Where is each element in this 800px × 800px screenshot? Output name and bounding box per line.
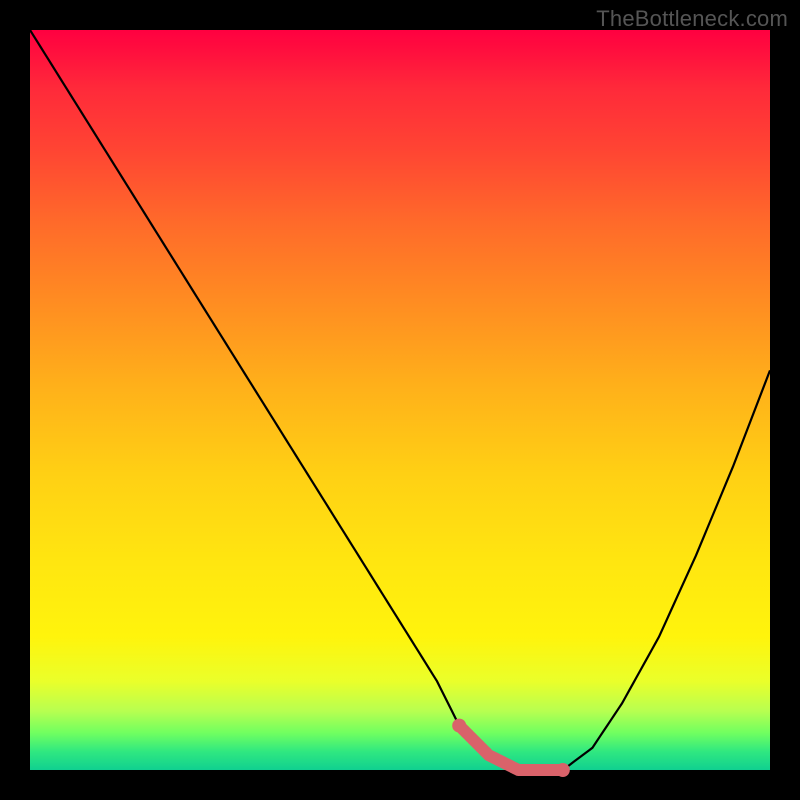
highlight-start-dot bbox=[452, 719, 466, 733]
bottleneck-curve bbox=[30, 30, 770, 770]
highlight-end-dot bbox=[556, 763, 570, 777]
highlight-segment bbox=[459, 726, 563, 770]
plot-area bbox=[30, 30, 770, 770]
chart-frame: TheBottleneck.com bbox=[0, 0, 800, 800]
curve-svg bbox=[30, 30, 770, 770]
watermark-text: TheBottleneck.com bbox=[596, 6, 788, 32]
